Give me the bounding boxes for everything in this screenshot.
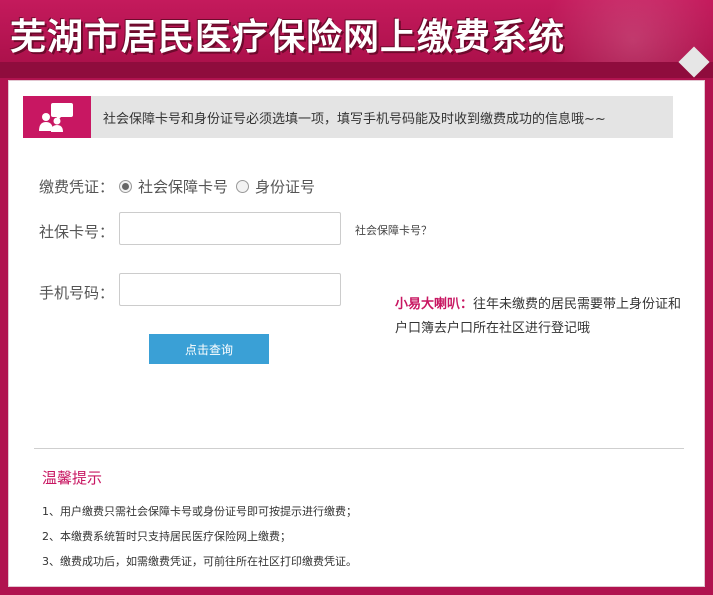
radio-social-card-label[interactable]: 社会保障卡号 bbox=[138, 176, 228, 197]
phone-input[interactable] bbox=[119, 273, 341, 306]
tips-title: 温馨提示 bbox=[42, 469, 103, 487]
header-ribbon bbox=[0, 62, 713, 78]
tips-list: 1、用户缴费只需社会保障卡号或身份证号即可按提示进行缴费； 2、本缴费系统暂时只… bbox=[42, 499, 357, 574]
radio-id-card[interactable] bbox=[236, 180, 250, 193]
tip-item: 3、缴费成功后，如需缴费凭证，可前往所在社区打印缴费凭证。 bbox=[42, 555, 357, 568]
card-number-label: 社保卡号： bbox=[39, 223, 115, 241]
tip-item: 2、本缴费系统暂时只支持居民医疗保险网上缴费； bbox=[42, 530, 291, 543]
phone-label: 手机号码： bbox=[39, 284, 115, 302]
radio-id-card-label[interactable]: 身份证号 bbox=[255, 176, 315, 197]
main-panel: 社会保障卡号和身份证号必须选填一项，填写手机号码能及时收到缴费成功的信息哦~~ … bbox=[8, 80, 705, 587]
card-number-input[interactable] bbox=[119, 212, 341, 245]
site-title: 芜湖市居民医疗保险网上缴费系统 bbox=[10, 17, 566, 58]
divider bbox=[34, 448, 684, 449]
radio-social-card[interactable] bbox=[119, 180, 132, 193]
notice-text: 社会保障卡号和身份证号必须选填一项，填写手机号码能及时收到缴费成功的信息哦~~ bbox=[103, 112, 606, 127]
tip-item: 1、用户缴费只需社会保障卡号或身份证号即可按提示进行缴费； bbox=[42, 505, 357, 518]
users-chat-icon bbox=[39, 103, 73, 132]
promo-message: 小易大喇叭：往年未缴费的居民需要带上身份证和户口簿去户口所在社区进行登记哦 bbox=[395, 293, 685, 341]
voucher-radio-group: 社会保障卡号 身份证号 bbox=[119, 176, 323, 197]
voucher-label: 缴费凭证： bbox=[39, 178, 115, 196]
promo-title: 小易大喇叭： bbox=[395, 297, 474, 312]
notice-bar: 社会保障卡号和身份证号必须选填一项，填写手机号码能及时收到缴费成功的信息哦~~ bbox=[23, 96, 673, 138]
card-number-hint-link[interactable]: 社会保障卡号？ bbox=[355, 222, 432, 238]
query-button[interactable]: 点击查询 bbox=[149, 334, 269, 364]
notice-badge bbox=[23, 96, 91, 138]
